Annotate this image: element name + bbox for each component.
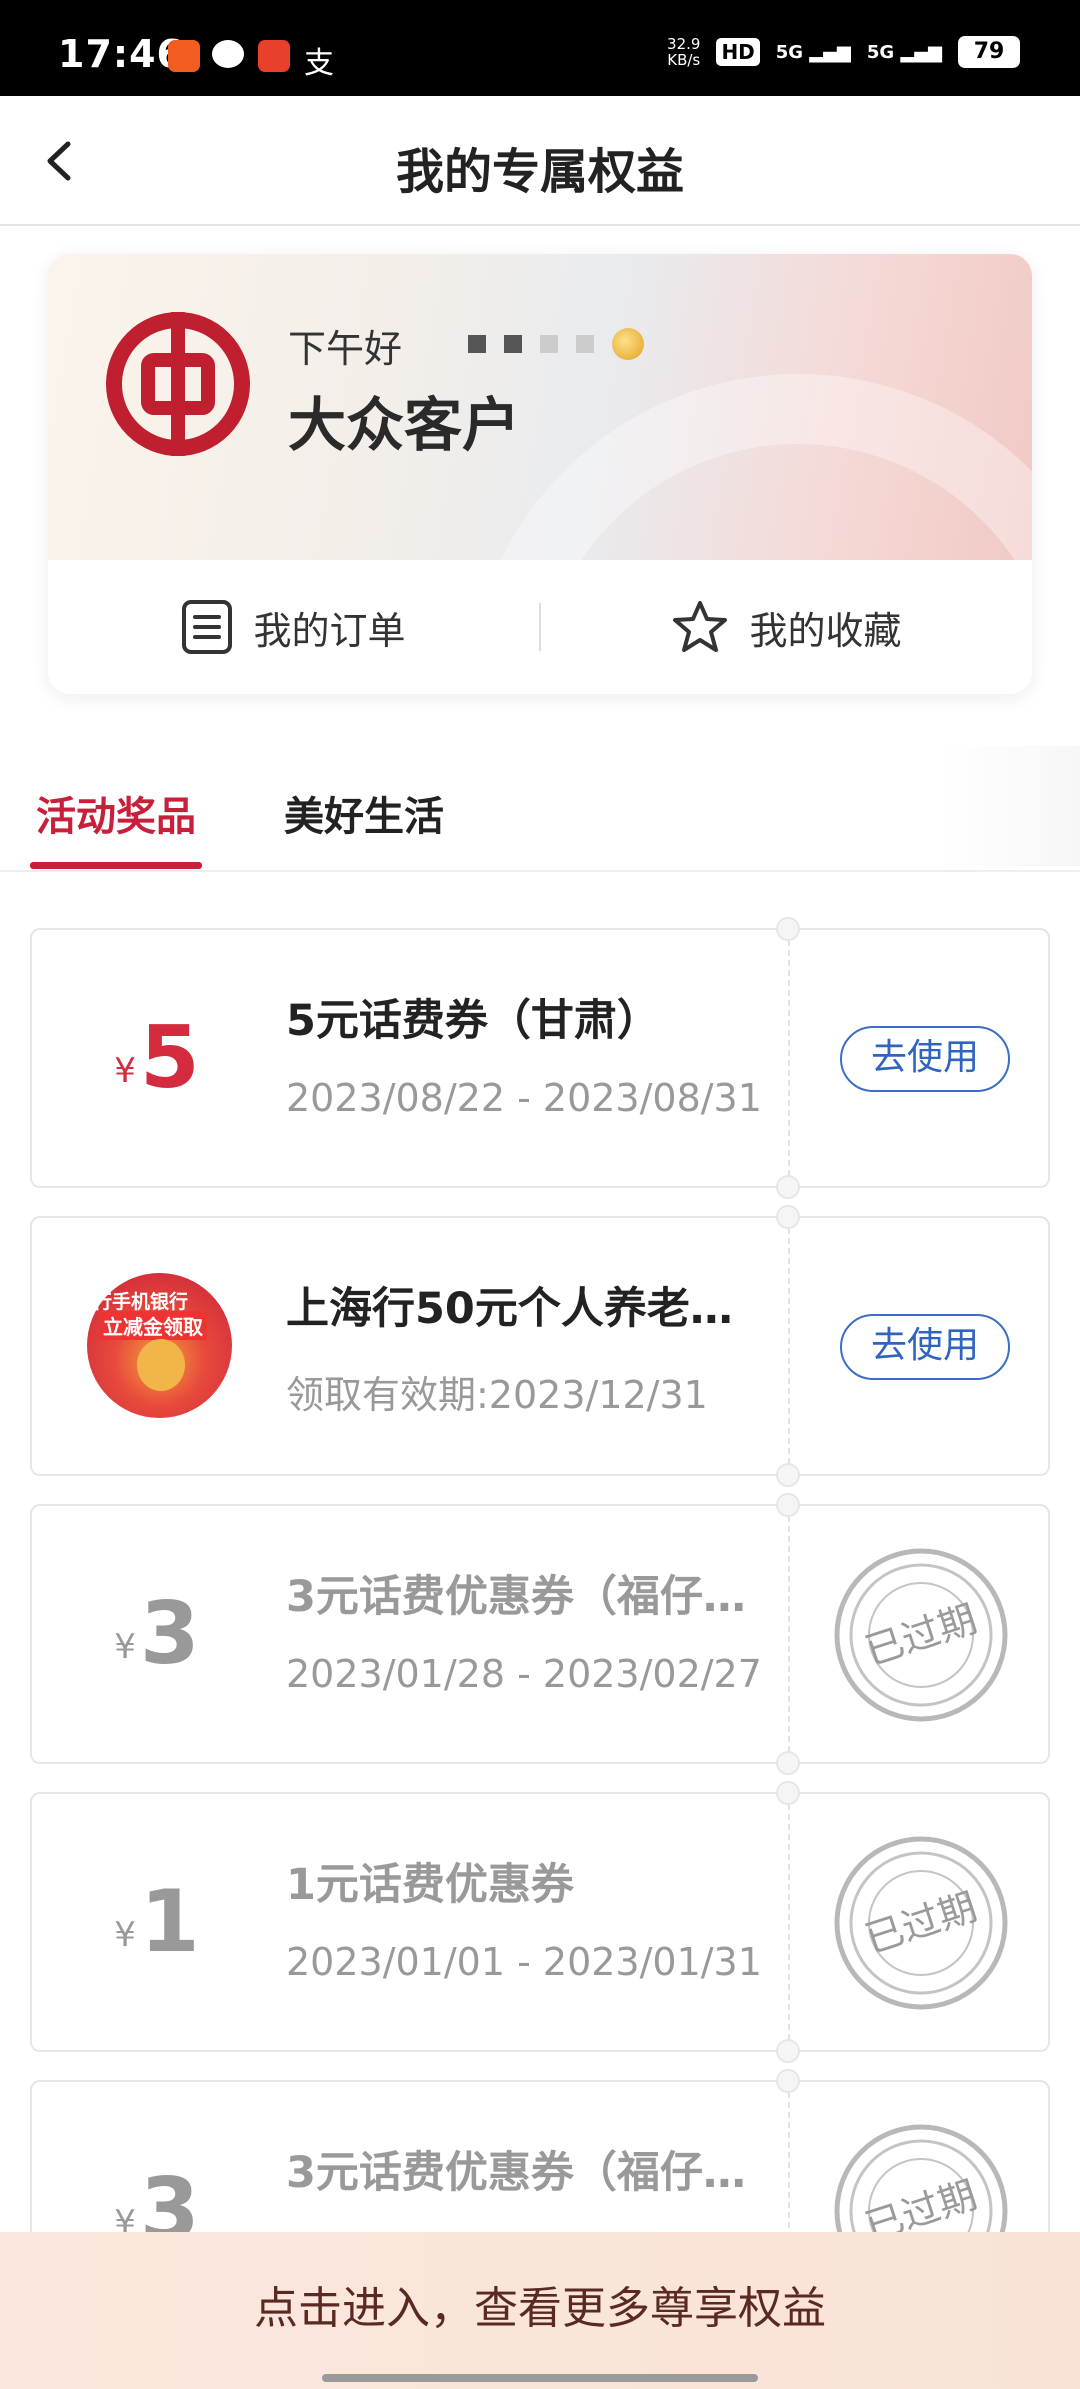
coupon-amount: ¥ 5 xyxy=(114,1008,200,1108)
coupon-name: 5元话费券（甘肃） xyxy=(286,996,660,1046)
coupon-name: 3元话费优惠券（福仔… xyxy=(286,2148,746,2198)
mascot-image xyxy=(137,1339,185,1391)
my-favorites-label: 我的收藏 xyxy=(749,608,902,653)
page-title: 我的专属权益 xyxy=(395,144,684,200)
coupon-validity: 领取有效期:2023/12/31 xyxy=(286,1373,708,1417)
boc-logo-icon xyxy=(106,312,250,456)
tab-good-life[interactable]: 美好生活 xyxy=(284,784,444,842)
coupon-amount: ¥ 3 xyxy=(114,1584,200,1684)
signal-icon: 5G ▂▄▆ xyxy=(866,41,942,63)
tab-bar: 活动奖品 美好生活 xyxy=(0,746,1080,872)
my-orders-label: 我的订单 xyxy=(253,608,406,653)
coupon-amount: ¥ 1 xyxy=(114,1872,200,1972)
order-list-icon xyxy=(182,600,233,654)
coupon-card[interactable]: ¥ 3 3元话费优惠券（福仔… 2023/01/28 - 2023/02/27 … xyxy=(30,1493,1050,1775)
use-coupon-button[interactable]: 去使用 xyxy=(840,1026,1010,1092)
coupon-thumbnail: 行手机银行 立减金领取 xyxy=(87,1273,232,1418)
tab-activity-prizes[interactable]: 活动奖品 xyxy=(36,784,196,842)
coupon-name: 上海行50元个人养老… xyxy=(286,1284,733,1334)
shopping-notification-icon xyxy=(258,40,290,72)
network-speed: 32.9 KB/s xyxy=(667,35,701,69)
coupon-card[interactable]: ¥ 5 5元话费券（甘肃） 2023/08/22 - 2023/08/31 去使… xyxy=(30,917,1050,1199)
chat-notification-icon xyxy=(212,40,244,68)
coupon-validity: 2023/08/22 - 2023/08/31 xyxy=(286,1076,762,1120)
coupon-name: 3元话费优惠券（福仔… xyxy=(286,1572,746,1622)
expired-stamp-icon: 已过期 xyxy=(834,1548,1008,1722)
battery-icon: 79 xyxy=(958,36,1020,68)
coupon-validity: 2023/01/01 - 2023/01/31 xyxy=(286,1940,762,1984)
signal-icon: 5G ▂▄▆ xyxy=(775,41,851,63)
profile-actions: 我的订单 我的收藏 xyxy=(48,560,1032,694)
profile-banner: 下午好 大众客户 xyxy=(48,254,1032,694)
alipay-notification-icon: 支 xyxy=(304,46,334,81)
profile-card: 下午好 大众客户 我的订单 我的收藏 xyxy=(48,254,1032,694)
customer-tier: 大众客户 xyxy=(288,391,521,459)
coin-icon xyxy=(612,328,644,360)
coupon-card[interactable]: 行手机银行 立减金领取 上海行50元个人养老… 领取有效期:2023/12/31… xyxy=(30,1205,1050,1487)
app-header: 我的专属权益 xyxy=(0,96,1080,226)
status-bar: 17:46 支 32.9 KB/s HD 5G ▂▄▆ 5G ▂▄▆ 79 xyxy=(0,0,1080,96)
active-tab-indicator xyxy=(30,862,202,869)
hd-icon: HD xyxy=(716,38,760,66)
page-content: 下午好 大众客户 我的订单 我的收藏 活动奖品 美好生活 ¥ 5 5元话费券（甘… xyxy=(0,226,1080,2389)
my-orders-button[interactable]: 我的订单 xyxy=(48,599,539,655)
app-notification-icon xyxy=(168,40,200,72)
my-favorites-button[interactable]: 我的收藏 xyxy=(541,599,1032,655)
status-time: 17:46 xyxy=(58,32,184,76)
expired-stamp-icon: 已过期 xyxy=(834,1836,1008,2010)
home-indicator[interactable] xyxy=(322,2374,758,2382)
coupon-name: 1元话费优惠券 xyxy=(286,1860,574,1910)
star-icon xyxy=(673,601,728,652)
more-benefits-banner[interactable]: 点击进入，查看更多尊享权益 xyxy=(0,2232,1080,2389)
coupon-validity: 2023/01/28 - 2023/02/27 xyxy=(286,1652,762,1696)
coupon-card[interactable]: ¥ 1 1元话费优惠券 2023/01/01 - 2023/01/31 已过期 xyxy=(30,1781,1050,2063)
status-indicators: 32.9 KB/s HD 5G ▂▄▆ 5G ▂▄▆ 79 xyxy=(667,36,1020,68)
banner-text: 点击进入，查看更多尊享权益 xyxy=(254,2283,826,2334)
masked-username xyxy=(468,328,644,360)
greeting-text: 下午好 xyxy=(288,327,403,371)
use-coupon-button[interactable]: 去使用 xyxy=(840,1314,1010,1380)
